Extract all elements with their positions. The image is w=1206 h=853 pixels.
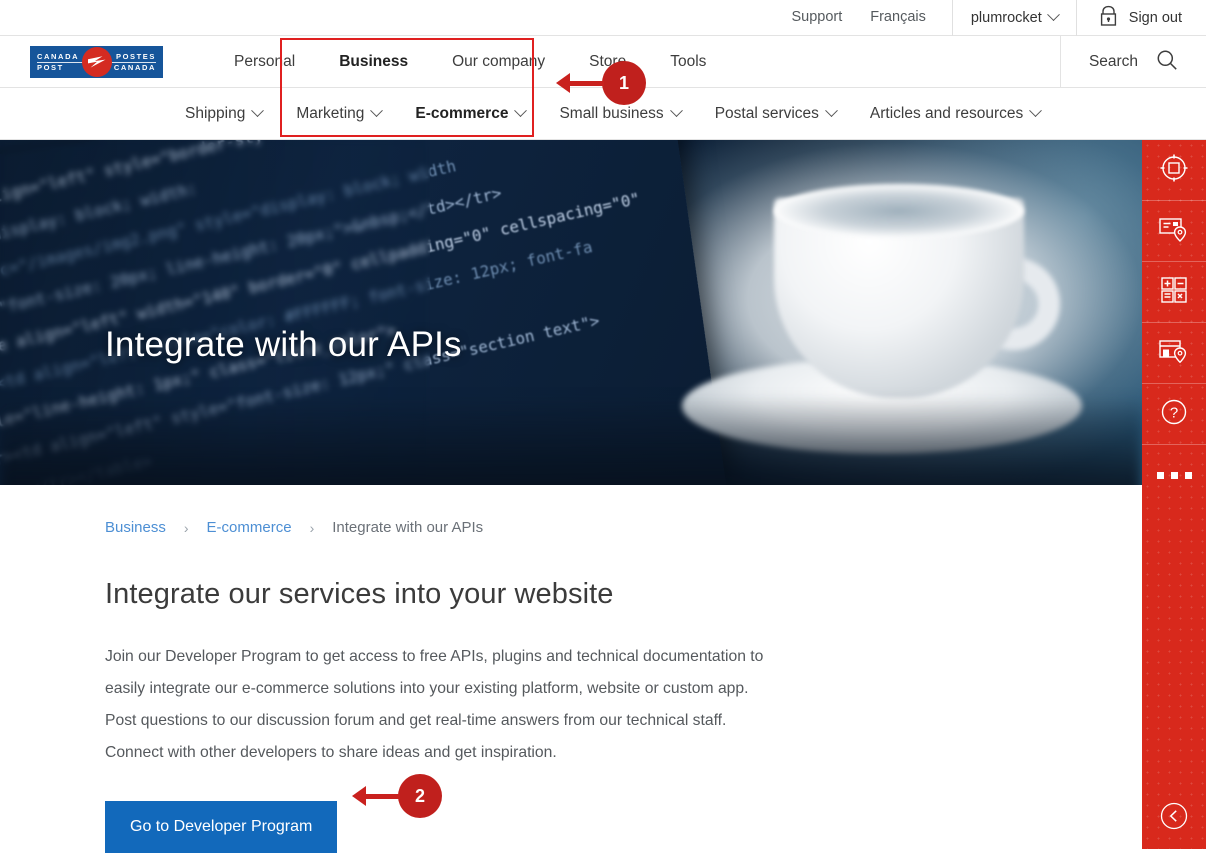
primary-nav-tools[interactable]: Tools xyxy=(648,53,728,71)
logo-text-canada-fr: CANADA xyxy=(114,62,156,73)
sign-out-label: Sign out xyxy=(1129,10,1182,26)
search-icon xyxy=(1156,49,1178,76)
chevron-down-icon xyxy=(371,104,384,117)
annotation-marker-1: 1 xyxy=(556,61,646,105)
annotation-arrow-icon xyxy=(556,73,570,93)
canada-post-bird-icon xyxy=(82,47,112,77)
page-title: Integrate our services into your website xyxy=(105,578,1142,611)
rail-item-help[interactable]: ? xyxy=(1142,384,1206,445)
rail-collapse-button[interactable] xyxy=(1142,800,1206,837)
search-button[interactable]: Search xyxy=(1060,36,1206,88)
more-dots-icon xyxy=(1157,472,1192,479)
sign-out-button[interactable]: Sign out xyxy=(1089,5,1206,31)
secondary-nav-marketing-label: Marketing xyxy=(296,105,364,123)
secondary-nav-shipping-label: Shipping xyxy=(185,105,245,123)
logo-text-post: POST xyxy=(37,62,79,73)
primary-nav-business[interactable]: Business xyxy=(317,53,430,71)
utility-divider-1 xyxy=(952,0,953,36)
logo-link[interactable]: CANADA POST POSTES CANADA xyxy=(0,46,212,78)
chevron-down-icon xyxy=(1029,104,1042,117)
rail-item-shipping-calculator[interactable] xyxy=(1142,262,1206,323)
shipping-calculator-icon xyxy=(1159,275,1189,310)
lock-icon xyxy=(1099,5,1118,31)
francais-link[interactable]: Français xyxy=(856,0,940,35)
breadcrumb-separator: › xyxy=(292,520,333,536)
secondary-nav-postal-services[interactable]: Postal services xyxy=(698,105,853,123)
annotation-marker-2: 2 xyxy=(352,774,442,818)
hero-cup-rim-photo xyxy=(774,184,1024,238)
canada-post-logo: CANADA POST POSTES CANADA xyxy=(30,46,163,78)
annotation-arrow-icon xyxy=(352,786,366,806)
search-label: Search xyxy=(1089,53,1138,71)
find-postal-code-icon xyxy=(1157,214,1191,249)
help-icon: ? xyxy=(1159,397,1189,432)
primary-nav: Personal Business Our company Store Tool… xyxy=(212,53,728,71)
secondary-nav-postal-services-label: Postal services xyxy=(715,105,819,123)
hero-banner: <table align="left" style="border-style:… xyxy=(0,140,1142,485)
secondary-nav-marketing[interactable]: Marketing xyxy=(279,105,398,123)
rail-item-find-postal-code[interactable] xyxy=(1142,201,1206,262)
main-content: Business › E-commerce › Integrate with o… xyxy=(0,485,1142,853)
utility-bar: Support Français plumrocket Sign out xyxy=(0,0,1206,36)
primary-nav-our-company[interactable]: Our company xyxy=(430,53,567,71)
rail-item-more[interactable] xyxy=(1142,445,1206,506)
chevron-down-icon xyxy=(1047,8,1060,21)
go-to-developer-program-button[interactable]: Go to Developer Program xyxy=(105,801,337,853)
chevron-down-icon xyxy=(825,104,838,117)
secondary-nav-ecommerce-label: E-commerce xyxy=(415,105,508,123)
secondary-nav-articles-label: Articles and resources xyxy=(870,105,1023,123)
hero-gradient-overlay xyxy=(0,395,1142,485)
breadcrumb-item-current: Integrate with our APIs xyxy=(332,519,483,536)
chevron-left-icon xyxy=(1158,800,1190,837)
annotation-arrow-line xyxy=(366,794,400,799)
hero-title: Integrate with our APIs xyxy=(105,325,462,365)
logo-text-postes: POSTES xyxy=(114,51,156,62)
annotation-badge-2: 2 xyxy=(398,774,442,818)
breadcrumb: Business › E-commerce › Integrate with o… xyxy=(105,519,1142,536)
primary-nav-personal[interactable]: Personal xyxy=(212,53,317,71)
secondary-nav-shipping[interactable]: Shipping xyxy=(168,105,279,123)
account-menu[interactable]: plumrocket xyxy=(965,10,1064,26)
utility-divider-2 xyxy=(1076,0,1077,36)
rail-item-track-package[interactable] xyxy=(1142,140,1206,201)
chevron-down-icon xyxy=(670,104,683,117)
secondary-nav-articles-and-resources[interactable]: Articles and resources xyxy=(853,105,1057,123)
breadcrumb-item-ecommerce[interactable]: E-commerce xyxy=(207,519,292,536)
annotation-arrow-line xyxy=(570,81,604,86)
chevron-down-icon xyxy=(251,104,264,117)
intro-paragraph: Join our Developer Program to get access… xyxy=(105,641,765,769)
chevron-down-icon xyxy=(515,104,528,117)
logo-text-canada: CANADA xyxy=(37,51,79,62)
secondary-nav-small-business[interactable]: Small business xyxy=(542,105,697,123)
secondary-nav-small-business-label: Small business xyxy=(559,105,663,123)
rail-item-find-post-office[interactable] xyxy=(1142,323,1206,384)
account-name: plumrocket xyxy=(971,10,1042,26)
find-post-office-icon xyxy=(1157,336,1191,371)
track-package-icon xyxy=(1158,152,1190,189)
breadcrumb-item-business[interactable]: Business xyxy=(105,519,166,536)
svg-text:?: ? xyxy=(1170,404,1178,421)
breadcrumb-separator: › xyxy=(166,520,207,536)
support-link[interactable]: Support xyxy=(777,0,856,35)
annotation-badge-1: 1 xyxy=(602,61,646,105)
secondary-nav-ecommerce[interactable]: E-commerce xyxy=(398,105,542,123)
quick-tools-rail: ? xyxy=(1142,140,1206,849)
